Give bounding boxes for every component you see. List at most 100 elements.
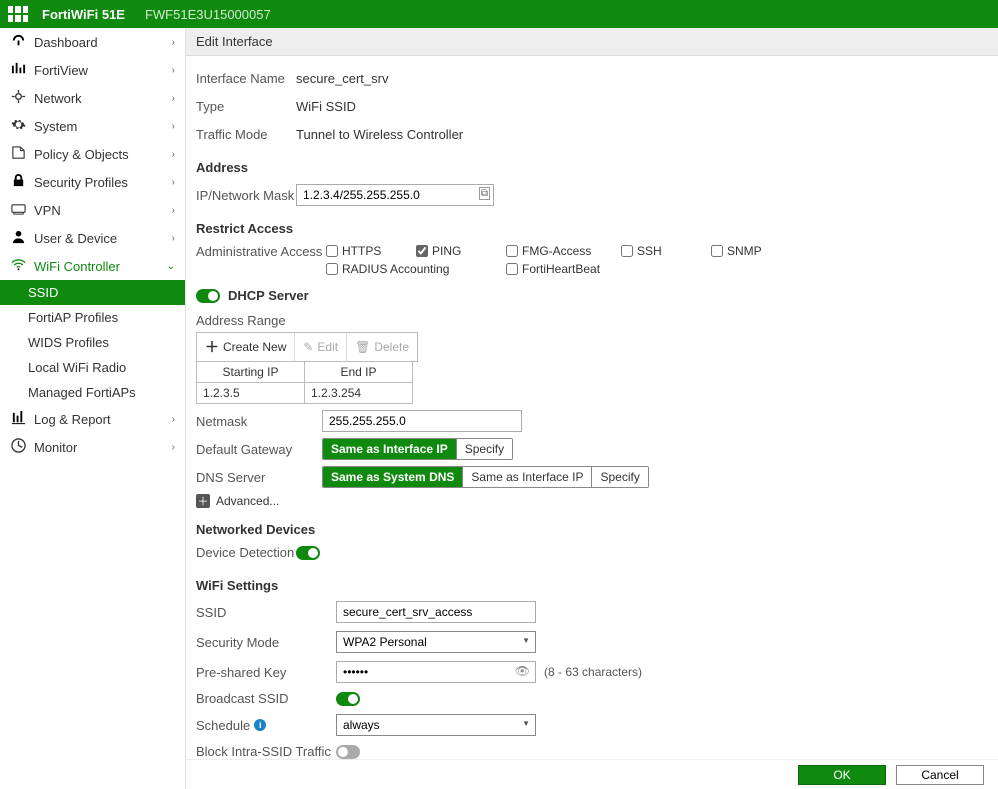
chevron-right-icon: › bbox=[172, 233, 175, 244]
ok-button[interactable]: OK bbox=[798, 765, 886, 785]
fortiview-icon bbox=[10, 61, 26, 79]
address-section-title: Address bbox=[196, 160, 988, 175]
nav-label: FortiView bbox=[34, 63, 88, 78]
chevron-right-icon: › bbox=[172, 37, 175, 48]
table-row[interactable]: 1.2.3.5 1.2.3.254 bbox=[197, 383, 413, 404]
user-icon bbox=[10, 229, 26, 247]
chevron-right-icon: › bbox=[172, 149, 175, 160]
nav-user[interactable]: User & Device › bbox=[0, 224, 185, 252]
nav-security[interactable]: Security Profiles › bbox=[0, 168, 185, 196]
traffic-mode-label: Traffic Mode bbox=[196, 127, 296, 142]
dashboard-icon bbox=[10, 33, 26, 51]
col-start-ip: Starting IP bbox=[197, 362, 305, 383]
networked-devices-title: Networked Devices bbox=[196, 522, 988, 537]
subnav-item[interactable]: Local WiFi Radio bbox=[0, 355, 185, 380]
nav-network[interactable]: Network › bbox=[0, 84, 185, 112]
system-icon bbox=[10, 117, 26, 135]
security-mode-label: Security Mode bbox=[196, 635, 336, 650]
edit-button[interactable]: ✎Edit bbox=[295, 333, 347, 361]
chevron-right-icon: › bbox=[172, 442, 175, 453]
default-gateway-segment-option[interactable]: Specify bbox=[457, 439, 512, 459]
netmask-input[interactable] bbox=[322, 410, 522, 432]
eye-icon[interactable]: 👁 bbox=[515, 664, 530, 678]
schedule-label: Schedule i bbox=[196, 718, 336, 733]
subnav-item[interactable]: SSID bbox=[0, 280, 185, 305]
nav-log[interactable]: Log & Report› bbox=[0, 405, 185, 433]
dns-server-segment-option[interactable]: Specify bbox=[592, 467, 647, 487]
security-icon bbox=[10, 173, 26, 191]
nav-monitor[interactable]: Monitor › bbox=[0, 433, 185, 461]
ip-picker-icon[interactable]: ⧉ bbox=[479, 187, 490, 200]
access-fmg-checkbox[interactable]: FMG-Access bbox=[506, 244, 621, 258]
block-intra-label: Block Intra-SSID Traffic bbox=[196, 744, 336, 759]
broadcast-label: Broadcast SSID bbox=[196, 691, 336, 706]
create-new-button[interactable]: ＋Create New bbox=[197, 333, 295, 361]
nav-label: User & Device bbox=[34, 231, 117, 246]
address-range-label: Address Range bbox=[196, 313, 988, 328]
nav-label: WiFi Controller bbox=[34, 259, 120, 274]
network-icon bbox=[10, 89, 26, 107]
cell-end-ip: 1.2.3.254 bbox=[305, 383, 413, 404]
chevron-right-icon: › bbox=[172, 93, 175, 104]
ip-input[interactable] bbox=[296, 184, 494, 206]
nav-label: Security Profiles bbox=[34, 175, 128, 190]
access-fhb-checkbox[interactable]: FortiHeartBeat bbox=[506, 262, 641, 276]
dns-server-segment-option[interactable]: Same as Interface IP bbox=[463, 467, 592, 487]
subnav-item[interactable]: WIDS Profiles bbox=[0, 330, 185, 355]
subnav-item[interactable]: Managed FortiAPs bbox=[0, 380, 185, 405]
default-gateway-segment-option[interactable]: Same as Interface IP bbox=[323, 439, 457, 459]
broadcast-toggle[interactable] bbox=[336, 692, 360, 706]
dns-server-segment: Same as System DNSSame as Interface IPSp… bbox=[322, 466, 649, 488]
access-ping-checkbox[interactable]: PING bbox=[416, 244, 506, 258]
nav-wifi[interactable]: WiFi Controller⌄ bbox=[0, 252, 185, 280]
col-end-ip: End IP bbox=[305, 362, 413, 383]
nav-label: Monitor bbox=[34, 440, 77, 455]
psk-input[interactable] bbox=[336, 661, 536, 683]
schedule-select[interactable]: always bbox=[336, 714, 536, 736]
security-mode-select[interactable]: WPA2 Personal bbox=[336, 631, 536, 653]
dns-server-segment-option[interactable]: Same as System DNS bbox=[323, 467, 463, 487]
type-value: WiFi SSID bbox=[296, 99, 356, 114]
dhcp-toggle[interactable] bbox=[196, 289, 220, 303]
page-title: Edit Interface bbox=[186, 28, 998, 56]
ip-label: IP/Network Mask bbox=[196, 188, 296, 203]
access-snmp-checkbox[interactable]: SNMP bbox=[711, 244, 801, 258]
edit-icon: ✎ bbox=[303, 340, 313, 354]
advanced-toggle[interactable]: ＋ Advanced... bbox=[196, 494, 988, 508]
interface-name-label: Interface Name bbox=[196, 71, 296, 86]
dhcp-label: DHCP Server bbox=[228, 288, 309, 303]
device-detect-toggle[interactable] bbox=[296, 546, 320, 560]
delete-button[interactable]: 🗑Delete bbox=[347, 333, 417, 361]
access-https-checkbox[interactable]: HTTPS bbox=[326, 244, 416, 258]
subnav-item[interactable]: FortiAP Profiles bbox=[0, 305, 185, 330]
serial-number: FWF51E3U15000057 bbox=[145, 7, 271, 22]
cancel-button[interactable]: Cancel bbox=[896, 765, 984, 785]
chevron-right-icon: › bbox=[172, 177, 175, 188]
nav-vpn[interactable]: VPN › bbox=[0, 196, 185, 224]
nav-system[interactable]: System› bbox=[0, 112, 185, 140]
nav-dashboard[interactable]: Dashboard › bbox=[0, 28, 185, 56]
nav-label: Network bbox=[34, 91, 82, 106]
monitor-icon bbox=[10, 438, 26, 456]
access-radius-checkbox[interactable]: RADIUS Accounting bbox=[326, 262, 506, 276]
info-icon[interactable]: i bbox=[254, 719, 266, 731]
block-intra-toggle[interactable] bbox=[336, 745, 360, 759]
vpn-icon bbox=[10, 201, 26, 219]
restrict-section-title: Restrict Access bbox=[196, 221, 988, 236]
wifi-icon bbox=[10, 257, 26, 275]
psk-hint: (8 - 63 characters) bbox=[544, 665, 642, 679]
policy-icon bbox=[10, 145, 26, 163]
nav-label: Dashboard bbox=[34, 35, 98, 50]
sidebar: Dashboard›FortiView›Network›System›Polic… bbox=[0, 28, 186, 789]
nav-label: Policy & Objects bbox=[34, 147, 129, 162]
chevron-right-icon: › bbox=[172, 205, 175, 216]
nav-label: Log & Report bbox=[34, 412, 111, 427]
wifi-settings-title: WiFi Settings bbox=[196, 578, 988, 593]
nav-policy[interactable]: Policy & Objects › bbox=[0, 140, 185, 168]
ssid-input[interactable] bbox=[336, 601, 536, 623]
access-ssh-checkbox[interactable]: SSH bbox=[621, 244, 711, 258]
logo-icon bbox=[8, 6, 28, 22]
nav-label: VPN bbox=[34, 203, 61, 218]
nav-fortiview[interactable]: FortiView› bbox=[0, 56, 185, 84]
admin-access-label: Administrative Access bbox=[196, 244, 326, 276]
